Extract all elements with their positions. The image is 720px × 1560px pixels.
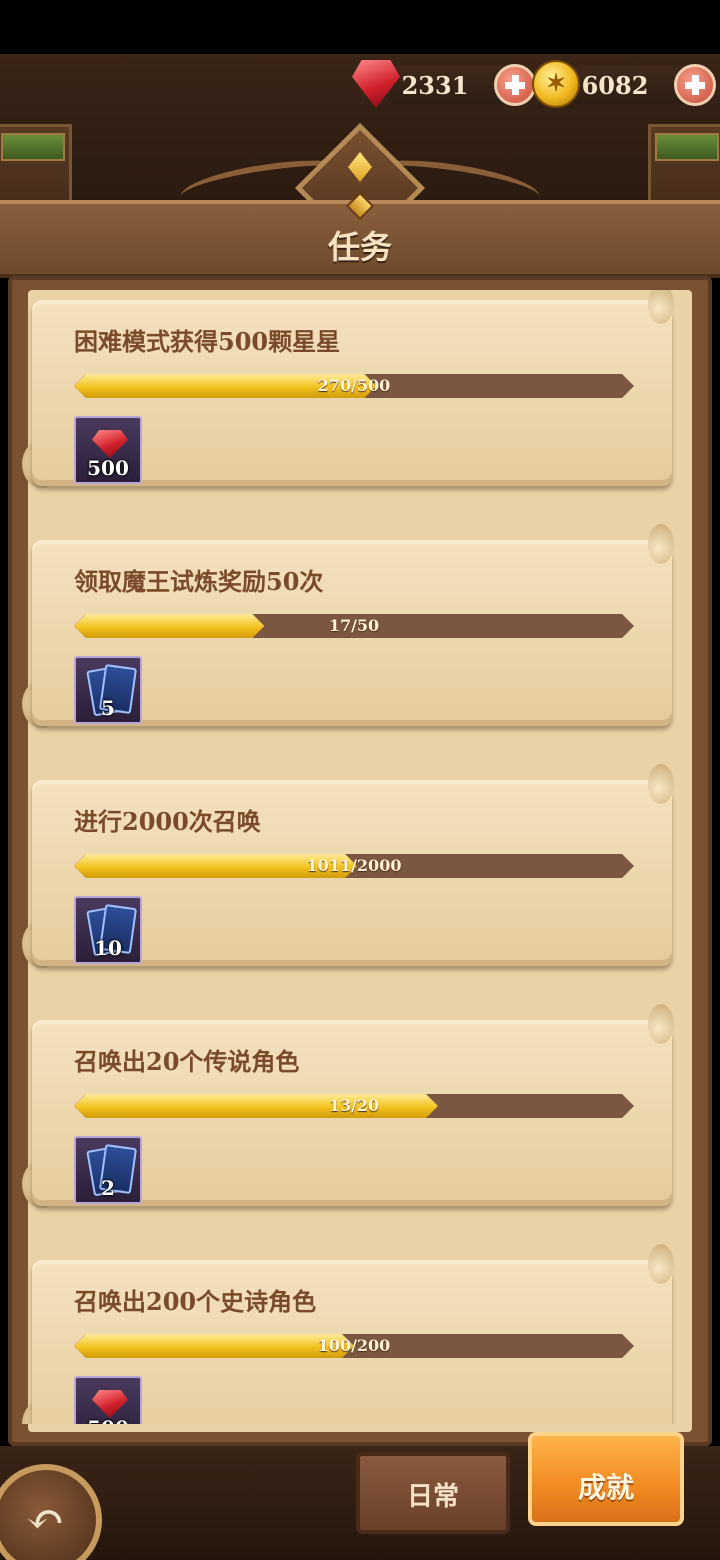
task-card: 召唤出200个史诗角色 100/200 500	[22, 1244, 674, 1424]
tab-achievements[interactable]: 成就	[528, 1432, 684, 1526]
reward-item[interactable]: 500	[74, 416, 142, 484]
task-name: 召唤出20个传说角色	[74, 1047, 300, 1076]
status-bar	[0, 0, 720, 54]
add-gems-button[interactable]	[494, 64, 536, 106]
reward-item[interactable]: 500	[74, 1376, 142, 1424]
gem-reward-icon	[92, 430, 128, 458]
task-name: 领取魔王试炼奖励50次	[74, 567, 324, 596]
gem-counter: 2331	[352, 60, 536, 108]
task-progress-text: 13/20	[328, 1096, 380, 1115]
task-card: 困难模式获得500颗星星 270/500 500	[22, 290, 674, 490]
gold-amount: 6082	[581, 71, 649, 100]
title-bar: 任务	[0, 191, 720, 278]
reward-quantity: 10	[94, 936, 122, 960]
gem-reward-icon	[92, 1390, 128, 1418]
task-card: 召唤出20个传说角色 13/20 2	[22, 1004, 674, 1210]
gold-counter: 6082	[532, 60, 716, 108]
task-progress-bar: 13/20	[74, 1094, 634, 1118]
task-name: 进行2000次召唤	[74, 807, 261, 836]
task-progress-bar: 100/200	[74, 1334, 634, 1358]
task-progress-text: 1011/2000	[306, 856, 402, 875]
task-progress-bar: 1011/2000	[74, 854, 634, 878]
scroll-curl-right	[648, 1004, 674, 1044]
task-card: 领取魔王试炼奖励50次 17/50 5	[22, 524, 674, 730]
reward-quantity: 5	[101, 696, 115, 720]
task-card: 进行2000次召唤 1011/2000 10	[22, 764, 674, 970]
task-progress-bar: 17/50	[74, 614, 634, 638]
scroll-curl-right	[648, 524, 674, 564]
reward-quantity: 500	[76, 1416, 140, 1424]
task-list[interactable]: 困难模式获得500颗星星 270/500 500 领取魔王试炼奖励50次 17/…	[22, 290, 698, 1424]
scroll-curl-right	[648, 764, 674, 804]
task-progress-text: 270/500	[317, 376, 391, 395]
task-progress-text: 100/200	[317, 1336, 391, 1355]
tab-daily[interactable]: 日常	[356, 1452, 510, 1534]
task-progress-bar: 270/500	[74, 374, 634, 398]
gem-amount: 2331	[401, 71, 469, 100]
scroll-curl-right	[648, 1244, 674, 1284]
task-progress-text: 17/50	[328, 616, 380, 635]
add-gold-button[interactable]	[674, 64, 716, 106]
reward-quantity: 2	[101, 1176, 115, 1200]
reward-item[interactable]: 10	[74, 896, 142, 964]
task-name: 困难模式获得500颗星星	[74, 327, 341, 356]
page-title: 任务	[327, 228, 392, 266]
back-arrow-icon: ↶	[26, 1492, 65, 1546]
task-name: 召唤出200个史诗角色	[74, 1287, 317, 1316]
reward-item[interactable]: 2	[74, 1136, 142, 1204]
reward-item[interactable]: 5	[74, 656, 142, 724]
reward-quantity: 500	[87, 456, 129, 480]
